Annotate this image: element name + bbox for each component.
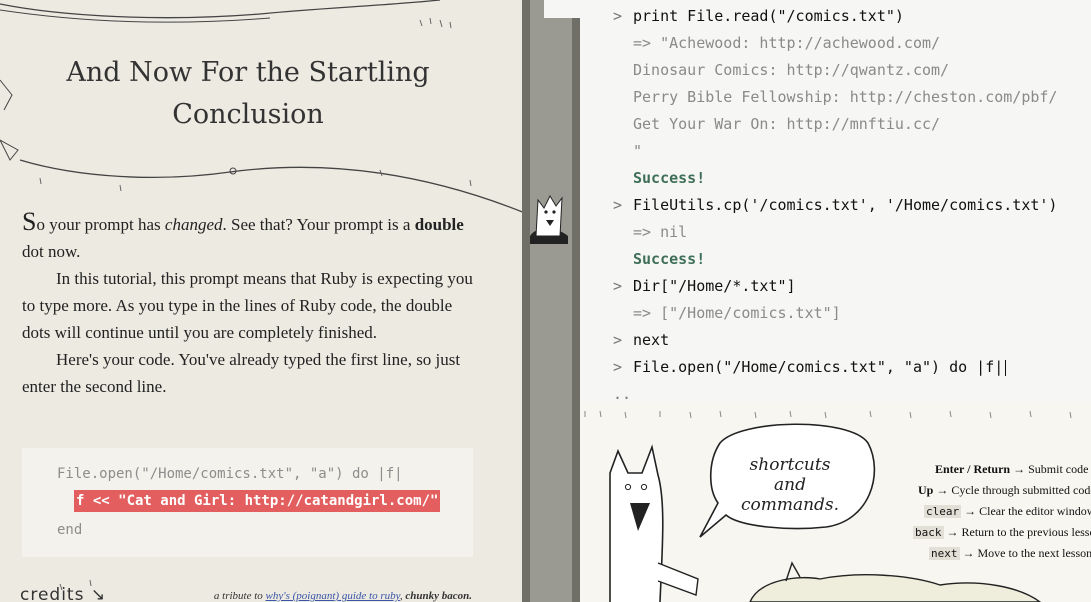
console-command: next [633, 331, 670, 349]
console-line: > FileUtils.cp('/comics.txt', '/Home/comi… [580, 192, 1091, 219]
shortcut-item: Up → Cycle through submitted code [918, 480, 1091, 501]
shortcut-key: clear [924, 505, 962, 518]
shortcut-key: Up [918, 483, 934, 497]
prompt-symbol: > [613, 277, 623, 295]
console-command: FileUtils.cp('/comics.txt', '/Home/comic… [633, 196, 1058, 214]
ruby-console[interactable]: > print File.read("/comics.txt") => "Achew… [580, 0, 1091, 403]
lesson-title-line-2: Conclusion [172, 99, 324, 130]
console-command: File.open("/Home/comics.txt", "a") do |f… [633, 354, 1007, 381]
shortcut-item: clear → Clear the editor window [924, 501, 1091, 522]
continuation-prompt: .. [613, 385, 632, 403]
arrow-right-icon: ↘ [90, 585, 107, 602]
console-line: => "Achewood: http://achewood.com/ [580, 30, 1091, 57]
console-line: > next [580, 327, 1091, 354]
console-line: > print File.read("/comics.txt") [580, 3, 1091, 30]
console-line: Perry Bible Fellowship: http://cheston.c… [580, 84, 1091, 111]
console-line: => nil [580, 219, 1091, 246]
shortcut-item: next → Move to the next lesson [929, 543, 1091, 564]
tribute-prefix: a tribute to [213, 590, 266, 602]
console-success: Success! [633, 169, 706, 187]
code-line-3: end [57, 522, 83, 538]
console-line: " [580, 138, 1091, 165]
shortcut-description: → Submit code [1010, 462, 1089, 476]
shortcut-key: back [913, 526, 944, 539]
shortcut-description: → Return to the previous lesson [943, 525, 1091, 539]
shortcut-description: → Clear the editor window [961, 504, 1091, 518]
lesson-paragraph-3: Here's your code. You've already typed t… [22, 350, 461, 396]
credits-label[interactable]: credits [20, 585, 84, 602]
tribute-bold: chunky bacon. [405, 590, 472, 602]
lesson-panel: And Now For the Startling Conclusion So … [0, 0, 522, 602]
prompt-symbol: > [613, 358, 623, 376]
shortcut-item: back → Return to the previous lesson [913, 522, 1091, 543]
console-line: Success! [580, 246, 1091, 273]
console-output: Perry Bible Fellowship: http://cheston.c… [633, 88, 1058, 106]
lesson-title: And Now For the Startling Conclusion [40, 52, 456, 136]
console-line: > Dir["/Home/*.txt"] [580, 273, 1091, 300]
console-line: Get Your War On: http://mnftiu.cc/ [580, 111, 1091, 138]
credits-link[interactable]: credits ↘ [20, 585, 106, 602]
lesson-title-line-1: And Now For the Startling [66, 57, 430, 88]
shortcut-description: → Move to the next lesson [959, 546, 1091, 560]
console-command: Dir["/Home/*.txt"] [633, 277, 796, 295]
prompt-symbol: > [613, 7, 623, 25]
drop-cap: S [22, 207, 37, 236]
shortcut-item: Enter / Return → Submit code [935, 459, 1088, 480]
prompt-symbol: > [613, 331, 623, 349]
speech-line-2: and [774, 475, 806, 495]
console-command: print File.read("/comics.txt") [633, 7, 904, 25]
shortcut-key: Enter / Return [935, 462, 1011, 476]
console-output: " [633, 142, 643, 160]
tribute-link[interactable]: why's (poignant) guide to ruby [266, 590, 400, 602]
prompt-symbol: > [613, 196, 623, 214]
console-output: => ["/Home/comics.txt"] [633, 304, 841, 322]
text-cursor [1005, 359, 1007, 376]
shortcuts-help-panel: shortcuts and commands. Enter / Return →… [580, 403, 1091, 602]
lesson-paragraph-1: So your prompt has changed. See that? Yo… [22, 208, 482, 265]
paragraph-1-text-a: o your prompt has [36, 215, 165, 234]
console-line: Success! [580, 165, 1091, 192]
lesson-paragraph-2: In this tutorial, this prompt means that… [22, 269, 473, 342]
console-output: => nil [633, 223, 688, 241]
speech-line-3: commands. [740, 495, 840, 515]
console-line: Dinosaur Comics: http://qwantz.com/ [580, 57, 1091, 84]
example-code-block: File.open("/Home/comics.txt", "a") do |f… [22, 448, 473, 557]
mascot-creature-icon [530, 0, 580, 244]
panel-divider [522, 0, 580, 602]
speech-bubble-text: shortcuts and commands. [740, 455, 840, 515]
tribute-note: a tribute to why's (poignant) guide to r… [214, 590, 472, 602]
shortcut-description: → Cycle through submitted code [933, 483, 1091, 497]
console-output: => "Achewood: http://achewood.com/ [633, 34, 941, 52]
code-line-2-highlighted[interactable]: f << "Cat and Girl: http://catandgirl.co… [74, 490, 441, 512]
shortcut-key: next [929, 547, 960, 560]
code-line-1: File.open("/Home/comics.txt", "a") do |f… [57, 466, 403, 482]
paragraph-1-text-c: dot now. [22, 242, 81, 261]
lesson-body: So your prompt has changed. See that? Yo… [22, 208, 482, 400]
paragraph-1-text-b: . See that? Your prompt is a [222, 215, 415, 234]
paragraph-1-emphasis: changed [164, 215, 223, 234]
console-output: Dinosaur Comics: http://qwantz.com/ [633, 61, 950, 79]
console-line: => ["/Home/comics.txt"] [580, 300, 1091, 327]
console-success: Success! [633, 250, 706, 268]
console-output: Get Your War On: http://mnftiu.cc/ [633, 115, 941, 133]
paragraph-1-strong: double [414, 215, 464, 234]
console-line: > File.open("/Home/comics.txt", "a") do |… [580, 354, 1091, 381]
speech-line-1: shortcuts [749, 455, 831, 475]
